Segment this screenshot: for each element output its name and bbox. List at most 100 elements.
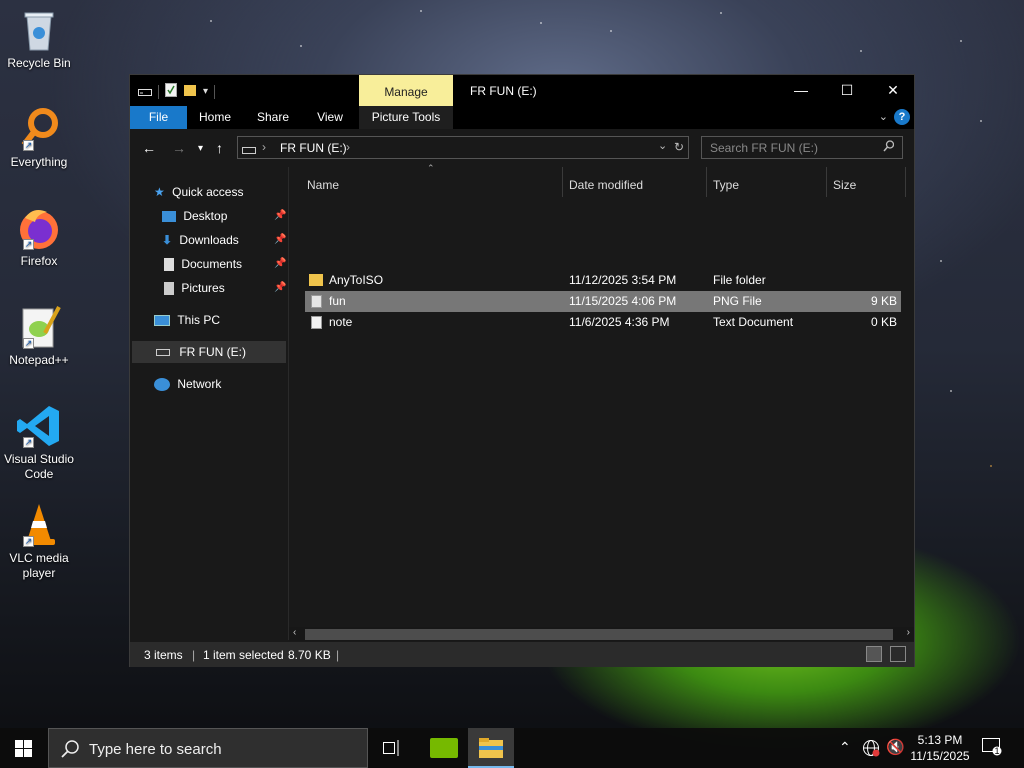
- taskbar-app-file-explorer[interactable]: [468, 728, 514, 768]
- desktop-icon-recycle-bin[interactable]: Recycle Bin: [4, 6, 74, 71]
- breadcrumb-separator-icon[interactable]: ›: [346, 140, 350, 154]
- status-divider: |: [336, 648, 340, 662]
- drive-icon[interactable]: [138, 85, 152, 99]
- minimize-button[interactable]: —: [778, 75, 824, 106]
- download-arrow-icon: ⬇: [162, 233, 173, 247]
- tab-view[interactable]: View: [308, 106, 352, 129]
- desktop-icon-label: VLC media player: [9, 551, 69, 580]
- desktop-icon-label: Recycle Bin: [7, 56, 71, 70]
- desktop-icon-vlc[interactable]: ↗ VLC media player: [4, 501, 74, 581]
- desktop-folder-icon: [162, 211, 176, 223]
- column-header-name[interactable]: Name: [307, 167, 339, 193]
- nav-this-pc[interactable]: This PC: [154, 309, 220, 331]
- properties-check-icon[interactable]: [165, 83, 177, 100]
- column-header-size[interactable]: Size: [833, 167, 856, 193]
- desktop-icon-label: Firefox: [20, 254, 58, 268]
- nav-downloads[interactable]: ⬇ Downloads 📌: [162, 229, 288, 251]
- desktop-icon-label: Notepad++: [9, 353, 69, 367]
- show-hidden-icons-chevron-icon[interactable]: ⌃: [839, 739, 851, 768]
- shortcut-arrow-icon: ↗: [23, 338, 34, 349]
- desktop-icon-label: Everything: [10, 155, 68, 169]
- breadcrumb-separator-icon[interactable]: ›: [262, 140, 266, 154]
- help-icon[interactable]: ?: [894, 109, 910, 125]
- manage-contextual-tab[interactable]: Manage: [359, 75, 453, 106]
- nav-network[interactable]: Network: [154, 373, 221, 395]
- shortcut-arrow-icon: ↗: [23, 437, 34, 448]
- search-input[interactable]: [702, 137, 872, 158]
- file-name: note: [329, 315, 353, 329]
- task-view-button[interactable]: [368, 728, 414, 768]
- maximize-button[interactable]: ☐: [824, 75, 870, 106]
- taskbar-search-box[interactable]: Type here to search: [48, 728, 368, 768]
- file-row-anytoiso[interactable]: AnyToISO 11/12/2025 3:54 PM File folder: [305, 270, 901, 291]
- forward-arrow-icon[interactable]: →: [172, 140, 186, 156]
- text-file-icon: [311, 316, 322, 329]
- new-folder-icon[interactable]: [183, 83, 197, 100]
- ribbon-tabs: File Home Share View Picture Tools ⌄ ?: [130, 106, 914, 129]
- address-bar[interactable]: › FR FUN (E:) › ⌄ ↻: [237, 136, 689, 159]
- up-arrow-icon[interactable]: ↑: [216, 140, 223, 156]
- folder-icon: [309, 274, 323, 286]
- address-dropdown-chevron-icon[interactable]: ⌄: [658, 139, 667, 152]
- nav-drive-e[interactable]: FR FUN (E:): [132, 341, 286, 363]
- column-divider[interactable]: [706, 167, 707, 197]
- windows-logo-icon: [15, 740, 32, 757]
- column-divider[interactable]: [562, 167, 563, 197]
- search-box[interactable]: [701, 136, 903, 159]
- column-header-date-modified[interactable]: Date modified: [569, 167, 643, 193]
- desktop-icon-vscode[interactable]: ↗ Visual Studio Code: [4, 402, 74, 482]
- file-row-note[interactable]: note 11/6/2025 4:36 PM Text Document 0 K…: [305, 312, 901, 333]
- scroll-left-arrow-icon[interactable]: ‹: [293, 627, 296, 638]
- pin-icon: 📌: [274, 210, 287, 221]
- scroll-right-arrow-icon[interactable]: ›: [907, 627, 910, 638]
- scrollbar-thumb[interactable]: [305, 629, 893, 640]
- nav-documents[interactable]: Documents 📌: [162, 253, 288, 275]
- notepadpp-icon: ↗: [15, 303, 63, 351]
- nav-desktop[interactable]: Desktop 📌: [162, 205, 288, 227]
- network-globe-icon[interactable]: [862, 739, 880, 768]
- desktop-icon-notepadpp[interactable]: ↗ Notepad++: [4, 303, 74, 368]
- nav-label: Network: [177, 377, 222, 391]
- computer-icon: [154, 315, 170, 327]
- system-clock[interactable]: 5:13 PM 11/15/2025: [900, 732, 980, 764]
- status-selected-size: 8.70 KB: [288, 648, 331, 662]
- tab-picture-tools[interactable]: Picture Tools: [359, 106, 453, 129]
- file-date: 11/6/2025 4:36 PM: [569, 315, 670, 329]
- horizontal-scrollbar[interactable]: ‹ ›: [289, 627, 914, 641]
- tab-share[interactable]: Share: [250, 106, 296, 129]
- details-view-icon[interactable]: [866, 646, 882, 662]
- nav-pictures[interactable]: Pictures 📌: [162, 277, 288, 299]
- column-divider[interactable]: [905, 167, 906, 197]
- pin-icon: 📌: [274, 282, 287, 293]
- refresh-icon[interactable]: ↻: [674, 140, 684, 154]
- start-button[interactable]: [0, 728, 48, 768]
- search-icon[interactable]: [883, 140, 895, 155]
- column-header-type[interactable]: Type: [713, 167, 739, 193]
- nav-label: Desktop: [183, 209, 228, 223]
- file-row-fun[interactable]: fun 11/15/2025 4:06 PM PNG File 9 KB: [305, 291, 901, 312]
- shortcut-arrow-icon: ↗: [23, 536, 34, 547]
- taskbar-search-placeholder: Type here to search: [89, 741, 222, 758]
- pictures-icon: [164, 282, 174, 296]
- taskbar-app-nvidia[interactable]: [421, 728, 467, 768]
- document-icon: [164, 258, 174, 272]
- close-button[interactable]: ✕: [870, 75, 916, 106]
- file-explorer-window: ▾ Manage FR FUN (E:) — ☐ ✕ File Home Sha…: [129, 74, 915, 667]
- large-icons-view-icon[interactable]: [890, 646, 906, 662]
- customize-toolbar-chevron-icon[interactable]: ▾: [203, 86, 208, 97]
- expand-ribbon-chevron-icon[interactable]: ⌄: [879, 110, 888, 123]
- title-bar: ▾ Manage FR FUN (E:) — ☐ ✕: [130, 75, 914, 106]
- file-list: ⌃ Name Date modified Type Size AnyToISO …: [289, 163, 914, 640]
- notifications-icon[interactable]: 1: [982, 738, 1004, 768]
- desktop-icon-firefox[interactable]: ↗ Firefox: [4, 204, 74, 269]
- nav-label: Pictures: [181, 281, 225, 295]
- desktop-icon-everything[interactable]: ↗ Everything: [4, 105, 74, 170]
- nav-label: Downloads: [179, 233, 239, 247]
- column-divider[interactable]: [826, 167, 827, 197]
- nav-quick-access[interactable]: ★ Quick access: [154, 181, 243, 203]
- back-arrow-icon[interactable]: ←: [142, 140, 156, 156]
- image-file-icon: [311, 295, 322, 308]
- tab-file[interactable]: File: [130, 106, 187, 129]
- recent-locations-chevron-icon[interactable]: ▾: [198, 143, 203, 154]
- tab-home[interactable]: Home: [192, 106, 238, 129]
